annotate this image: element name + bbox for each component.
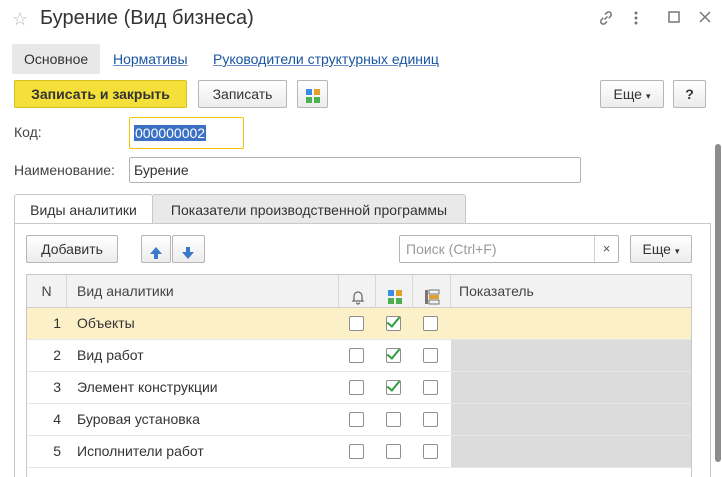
more-label: Еще	[613, 86, 642, 102]
row-analytics-type: Объекты	[77, 315, 135, 331]
table-row[interactable]: 4 Буровая установка	[27, 404, 691, 436]
title-bar: ☆ Бурение (Вид бизнеса)	[0, 0, 722, 40]
column-header-notification[interactable]	[339, 275, 376, 308]
arrow-down-icon	[181, 242, 195, 268]
tab-production-indicators[interactable]: Показатели производственной программы	[152, 194, 466, 224]
row-checkbox-list[interactable]	[423, 316, 438, 331]
column-header-n[interactable]: N	[27, 275, 67, 308]
row-checkbox-list[interactable]	[423, 348, 438, 363]
row-indicator-disabled	[451, 436, 691, 467]
row-indicator-disabled	[451, 372, 691, 403]
table-header: N Вид аналитики Показатель	[27, 275, 691, 308]
row-analytics-type: Вид работ	[77, 347, 144, 363]
column-header-list[interactable]	[413, 275, 451, 308]
row-number: 4	[53, 411, 61, 427]
row-number: 2	[53, 347, 61, 363]
table-more-button[interactable]: Еще ▾	[630, 235, 692, 263]
row-checkbox-structure[interactable]	[386, 348, 401, 363]
search-input[interactable]: Поиск (Ctrl+F) ×	[399, 235, 619, 263]
structure-button[interactable]	[297, 80, 328, 108]
table-row[interactable]: 5 Исполнители работ	[27, 436, 691, 468]
row-analytics-type: Буровая установка	[77, 411, 200, 427]
row-checkbox-notification[interactable]	[349, 412, 364, 427]
link-icon[interactable]	[598, 10, 614, 31]
search-placeholder: Поиск (Ctrl+F)	[406, 241, 497, 257]
row-analytics-type: Исполнители работ	[77, 443, 204, 459]
scrollbar-thumb[interactable]	[715, 144, 721, 462]
save-and-close-button[interactable]: Записать и закрыть	[14, 80, 187, 108]
star-icon[interactable]: ☆	[12, 9, 28, 30]
clear-search-button[interactable]: ×	[594, 236, 618, 262]
tab-analytics-types[interactable]: Виды аналитики	[14, 194, 153, 224]
table-row[interactable]: 2 Вид работ	[27, 340, 691, 372]
tab-unit-managers[interactable]: Руководители структурных единиц	[213, 44, 439, 74]
move-down-button[interactable]	[172, 235, 205, 263]
row-checkbox-notification[interactable]	[349, 316, 364, 331]
close-icon[interactable]	[698, 10, 712, 29]
row-checkbox-list[interactable]	[423, 444, 438, 459]
row-indicator-disabled	[451, 340, 691, 371]
more-vertical-icon[interactable]	[633, 10, 639, 31]
row-checkbox-list[interactable]	[423, 412, 438, 427]
row-indicator-disabled	[451, 404, 691, 435]
row-number: 5	[53, 443, 61, 459]
row-analytics-type: Элемент конструкции	[77, 379, 218, 395]
chevron-down-icon: ▾	[645, 91, 651, 101]
row-checkbox-structure[interactable]	[386, 380, 401, 395]
help-button[interactable]: ?	[673, 80, 706, 108]
row-checkbox-notification[interactable]	[349, 348, 364, 363]
column-header-structure[interactable]	[376, 275, 413, 308]
row-checkbox-notification[interactable]	[349, 380, 364, 395]
row-checkbox-structure[interactable]	[386, 412, 401, 427]
name-field[interactable]: Бурение	[129, 157, 581, 183]
tab-main[interactable]: Основное	[12, 44, 101, 74]
more-button[interactable]: Еще ▾	[600, 80, 664, 108]
save-button[interactable]: Записать	[198, 80, 287, 108]
row-checkbox-structure[interactable]	[386, 316, 401, 331]
row-checkbox-structure[interactable]	[386, 444, 401, 459]
window-title: Бурение (Вид бизнеса)	[40, 7, 254, 29]
row-checkbox-notification[interactable]	[349, 444, 364, 459]
row-number: 3	[53, 379, 61, 395]
row-number: 1	[53, 315, 61, 331]
move-up-button[interactable]	[141, 235, 171, 263]
column-header-analytics-type[interactable]: Вид аналитики	[67, 275, 339, 308]
add-button[interactable]: Добавить	[26, 235, 118, 263]
chevron-down-icon: ▾	[674, 246, 680, 256]
tab-norms[interactable]: Нормативы	[113, 44, 188, 74]
column-header-indicator[interactable]: Показатель	[451, 275, 691, 308]
table-row[interactable]: 3 Элемент конструкции	[27, 372, 691, 404]
arrow-up-icon	[149, 242, 163, 268]
code-label: Код:	[14, 124, 42, 140]
structure-icon	[305, 86, 321, 112]
code-value: 000000002	[134, 125, 207, 141]
code-field[interactable]: 000000002	[129, 117, 244, 149]
form-scrollbar[interactable]	[714, 128, 722, 477]
analytics-table: N Вид аналитики Показатель 1 Объекты 2 В…	[26, 274, 692, 477]
row-checkbox-list[interactable]	[423, 380, 438, 395]
table-more-label: Еще	[642, 241, 671, 257]
table-row[interactable]: 1 Объекты	[27, 308, 691, 340]
name-label: Наименование:	[14, 162, 115, 178]
maximize-icon[interactable]	[667, 10, 681, 29]
